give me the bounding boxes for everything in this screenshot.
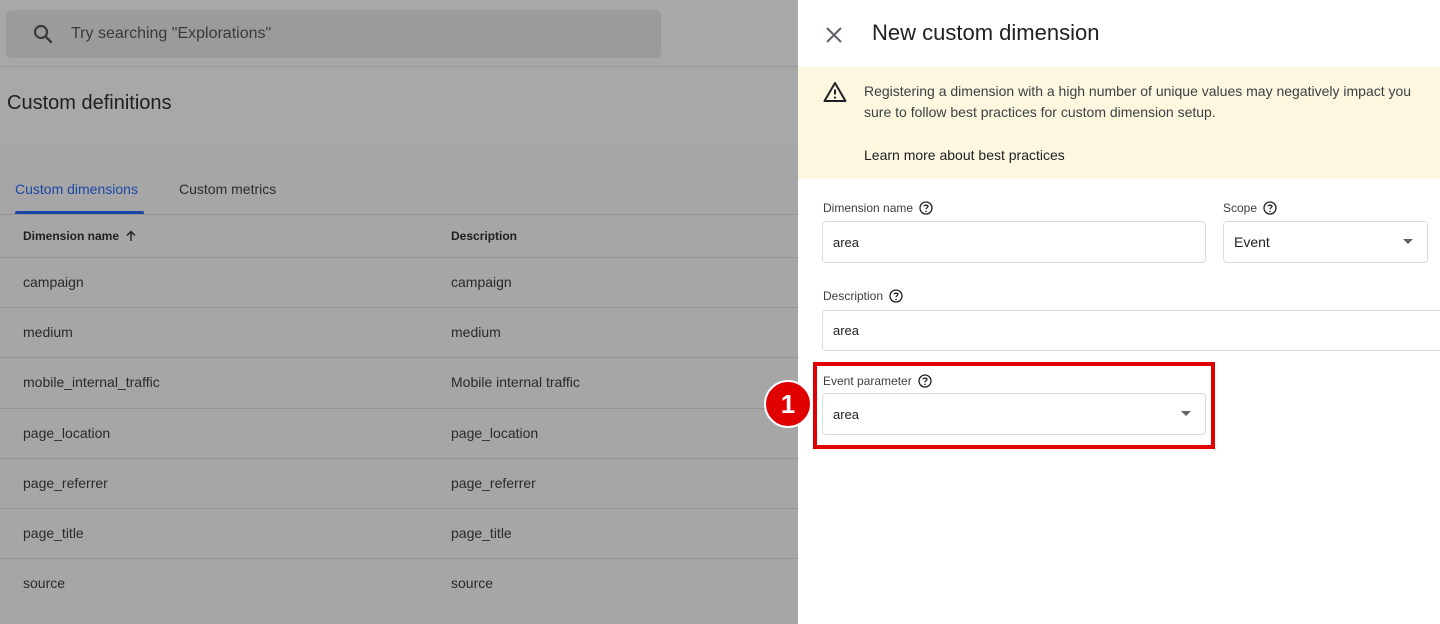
cell-dimension-name: page_title (23, 524, 84, 541)
tab-custom-dimensions[interactable]: Custom dimensions (15, 181, 138, 197)
description-label: Description (823, 289, 903, 303)
event-parameter-highlight (813, 362, 1215, 449)
cell-description: page_referrer (451, 474, 536, 491)
warning-icon (823, 81, 847, 103)
table-row[interactable]: source source (0, 558, 798, 608)
column-header-description[interactable]: Description (451, 229, 517, 243)
search-icon (33, 24, 53, 44)
field-value: area (833, 234, 860, 250)
column-header-dimension-name[interactable]: Dimension name (23, 229, 137, 243)
cell-dimension-name: campaign (23, 274, 84, 290)
sort-arrow-up-icon (125, 230, 137, 242)
table-body: campaign campaign medium medium mobile_int… (0, 257, 798, 608)
field-label: Description (823, 289, 884, 303)
definitions-card: Custom dimensions Custom metrics Dimensi… (0, 145, 798, 624)
cell-dimension-name: page_referrer (23, 474, 108, 491)
dimension-name-label: Dimension name (823, 201, 933, 215)
dimension-name-input[interactable]: area (822, 221, 1206, 263)
scope-label: Scope (1223, 201, 1277, 215)
help-icon[interactable] (889, 289, 903, 303)
cell-dimension-name: source (23, 575, 66, 592)
cell-description: campaign (451, 274, 512, 290)
column-header-label: Dimension name (23, 229, 120, 243)
panel-title: New custom dimension (872, 20, 1100, 45)
field-value: Event (1234, 234, 1270, 250)
table-row[interactable]: campaign campaign (0, 257, 798, 307)
header-divider (0, 66, 798, 67)
learn-more-link[interactable]: Learn more about best practices (864, 147, 1065, 163)
search-bar[interactable]: Try searching "Explorations" (6, 10, 661, 58)
cell-dimension-name: page_location (23, 424, 111, 441)
page-title: Custom definitions (7, 92, 172, 114)
cell-dimension-name: mobile_internal_traffic (23, 374, 160, 391)
cell-description: page_location (451, 424, 539, 441)
dropdown-arrow-icon (1403, 239, 1413, 244)
table-row[interactable]: page_location page_location (0, 407, 798, 458)
step-badge: 1 (764, 380, 812, 428)
help-icon[interactable] (1263, 201, 1277, 215)
warning-text: Registering a dimension with a high numb… (864, 81, 1440, 123)
cell-description: medium (451, 324, 501, 341)
cell-dimension-name: medium (23, 324, 73, 341)
cell-description: page_title (451, 524, 512, 541)
field-value: area (833, 323, 860, 338)
background-page: Try searching "Explorations" Custom defi… (0, 0, 798, 624)
table-row[interactable]: page_referrer page_referrer (0, 457, 798, 508)
warning-line-1: Registering a dimension with a high numb… (864, 83, 1412, 99)
table-row[interactable]: page_title page_title (0, 507, 798, 558)
tab-custom-metrics[interactable]: Custom metrics (179, 181, 276, 197)
tabs: Custom dimensions Custom metrics (0, 145, 798, 215)
close-icon[interactable] (824, 25, 844, 45)
warning-line-2: sure to follow best practices for custom… (864, 104, 1216, 120)
field-label: Dimension name (823, 201, 914, 215)
field-label: Scope (1223, 201, 1258, 215)
help-icon[interactable] (919, 201, 933, 215)
cell-description: Mobile internal traffic (451, 374, 580, 391)
warning-banner: Registering a dimension with a high numb… (798, 67, 1440, 179)
scope-select[interactable]: Event (1223, 221, 1428, 263)
table-row[interactable]: medium medium (0, 307, 798, 357)
description-input[interactable]: area (822, 310, 1440, 351)
cell-description: source (451, 575, 494, 592)
column-header-label: Description (451, 229, 518, 243)
table-row[interactable]: mobile_internal_traffic Mobile internal t… (0, 357, 798, 407)
new-custom-dimension-panel: New custom dimension Registering a dimen… (798, 0, 1440, 624)
search-placeholder: Try searching "Explorations" (71, 25, 272, 42)
tabs-divider (0, 214, 798, 215)
